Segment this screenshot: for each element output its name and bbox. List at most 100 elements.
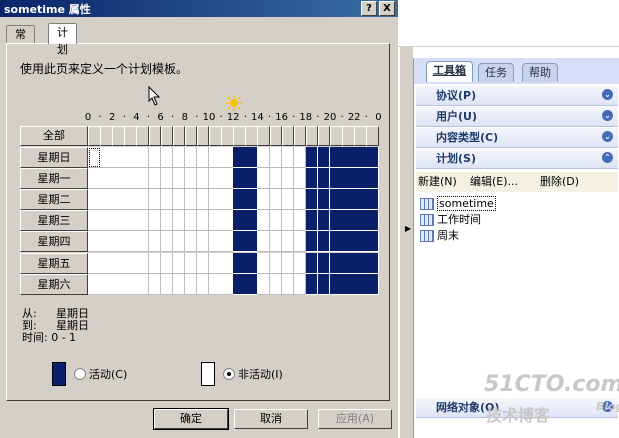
schedule-grid[interactable]: 全部 星期日 星期一 星期二 星期三 星期四 星期五 星期六 xyxy=(20,126,379,295)
schedule-cell[interactable] xyxy=(293,273,307,295)
schedule-cell[interactable] xyxy=(160,168,174,190)
schedule-cell[interactable] xyxy=(245,189,258,211)
hour-column-button[interactable] xyxy=(148,126,162,146)
schedule-cell[interactable] xyxy=(88,210,101,232)
hour-column-button[interactable] xyxy=(317,126,331,146)
schedule-item[interactable]: sometime xyxy=(420,196,496,212)
hour-column-button[interactable] xyxy=(342,126,355,146)
schedule-cell[interactable] xyxy=(366,168,379,190)
schedule-cell[interactable] xyxy=(233,252,246,274)
chevron-up-icon[interactable]: ⌃ xyxy=(602,152,613,163)
schedule-cell[interactable] xyxy=(136,189,149,211)
schedule-cell[interactable] xyxy=(221,210,234,232)
schedule-cell[interactable] xyxy=(136,252,149,274)
schedule-cell[interactable] xyxy=(342,273,355,295)
schedule-cell[interactable] xyxy=(354,189,367,211)
schedule-cell[interactable] xyxy=(366,273,379,295)
day-row-button[interactable]: 星期六 xyxy=(20,273,88,295)
hour-column-button[interactable] xyxy=(366,126,379,146)
schedule-cell[interactable] xyxy=(281,189,295,211)
section-users[interactable]: 用户(U) ⌄ xyxy=(416,107,618,127)
schedule-cell[interactable] xyxy=(124,273,137,295)
tab-tasks[interactable]: 任务 xyxy=(478,63,514,82)
schedule-cell[interactable] xyxy=(124,168,137,190)
hour-column-button[interactable] xyxy=(221,126,234,146)
hour-column-button[interactable] xyxy=(184,126,198,146)
schedule-cell[interactable] xyxy=(209,231,222,253)
section-protocols[interactable]: 协议(P) ⌄ xyxy=(416,86,618,106)
day-row-button[interactable]: 星期二 xyxy=(20,189,88,211)
schedule-cell[interactable] xyxy=(184,273,198,295)
schedule-cell[interactable] xyxy=(209,189,222,211)
schedule-cell[interactable] xyxy=(317,168,331,190)
help-button[interactable]: ? xyxy=(361,1,377,16)
schedule-cell[interactable] xyxy=(160,252,174,274)
splitter[interactable] xyxy=(400,46,413,438)
schedule-cell[interactable] xyxy=(172,147,186,169)
schedule-cell[interactable] xyxy=(196,231,210,253)
schedule-cell[interactable] xyxy=(184,168,198,190)
schedule-cell[interactable] xyxy=(330,210,343,232)
chevron-down-icon[interactable]: ⌄ xyxy=(602,89,613,100)
schedule-cell[interactable] xyxy=(366,189,379,211)
schedule-cell[interactable] xyxy=(112,210,125,232)
schedule-cell[interactable] xyxy=(245,168,258,190)
edit-button[interactable]: 编辑(E)... xyxy=(470,172,518,192)
schedule-cell[interactable] xyxy=(196,273,210,295)
hour-column-button[interactable] xyxy=(196,126,210,146)
schedule-cell[interactable] xyxy=(160,189,174,211)
schedule-cell[interactable] xyxy=(305,147,319,169)
schedule-cell[interactable] xyxy=(148,147,162,169)
hour-column-button[interactable] xyxy=(112,126,125,146)
schedule-cell[interactable] xyxy=(293,210,307,232)
schedule-cell[interactable] xyxy=(305,189,319,211)
chevron-down-icon[interactable]: ⌄ xyxy=(602,131,613,142)
schedule-cell[interactable] xyxy=(305,168,319,190)
day-row-button[interactable]: 星期四 xyxy=(20,231,88,253)
schedule-cell[interactable] xyxy=(172,168,186,190)
hour-column-button[interactable] xyxy=(269,126,283,146)
schedule-cell[interactable] xyxy=(112,168,125,190)
schedule-cell[interactable] xyxy=(269,252,283,274)
schedule-cell[interactable] xyxy=(366,147,379,169)
schedule-cell[interactable] xyxy=(196,147,210,169)
hour-column-button[interactable] xyxy=(330,126,343,146)
schedule-cell[interactable] xyxy=(269,189,283,211)
schedule-cell[interactable] xyxy=(221,168,234,190)
schedule-cell[interactable] xyxy=(221,147,234,169)
schedule-cell[interactable] xyxy=(100,273,113,295)
schedule-cell[interactable] xyxy=(88,189,101,211)
schedule-cell[interactable] xyxy=(136,273,149,295)
schedule-cell[interactable] xyxy=(172,252,186,274)
schedule-cell[interactable] xyxy=(184,252,198,274)
schedule-cell[interactable] xyxy=(245,252,258,274)
schedule-cell[interactable] xyxy=(209,252,222,274)
schedule-cell[interactable] xyxy=(184,231,198,253)
schedule-cell[interactable] xyxy=(305,231,319,253)
schedule-cell[interactable] xyxy=(112,147,125,169)
schedule-cell[interactable] xyxy=(124,210,137,232)
schedule-cell[interactable] xyxy=(88,168,101,190)
schedule-cell[interactable] xyxy=(354,147,367,169)
schedule-cell[interactable] xyxy=(196,168,210,190)
schedule-cell[interactable] xyxy=(330,231,343,253)
schedule-cell[interactable] xyxy=(269,210,283,232)
schedule-cell[interactable] xyxy=(330,252,343,274)
tab-toolbox[interactable]: 工具箱 xyxy=(426,61,473,82)
schedule-cell[interactable] xyxy=(257,147,270,169)
schedule-cell[interactable] xyxy=(245,147,258,169)
schedule-cell[interactable] xyxy=(233,189,246,211)
schedule-cell[interactable] xyxy=(221,273,234,295)
hour-column-button[interactable] xyxy=(233,126,246,146)
schedule-cell[interactable] xyxy=(112,273,125,295)
schedule-cell[interactable] xyxy=(305,210,319,232)
schedule-cell[interactable] xyxy=(330,168,343,190)
schedule-cell[interactable] xyxy=(160,210,174,232)
schedule-cell[interactable] xyxy=(88,273,101,295)
schedule-item[interactable]: 周末 xyxy=(420,228,459,244)
schedule-cell[interactable] xyxy=(366,210,379,232)
schedule-cell[interactable] xyxy=(233,168,246,190)
ok-button[interactable]: 确定 xyxy=(153,408,229,430)
schedule-cell[interactable] xyxy=(148,273,162,295)
schedule-cell[interactable] xyxy=(136,147,149,169)
